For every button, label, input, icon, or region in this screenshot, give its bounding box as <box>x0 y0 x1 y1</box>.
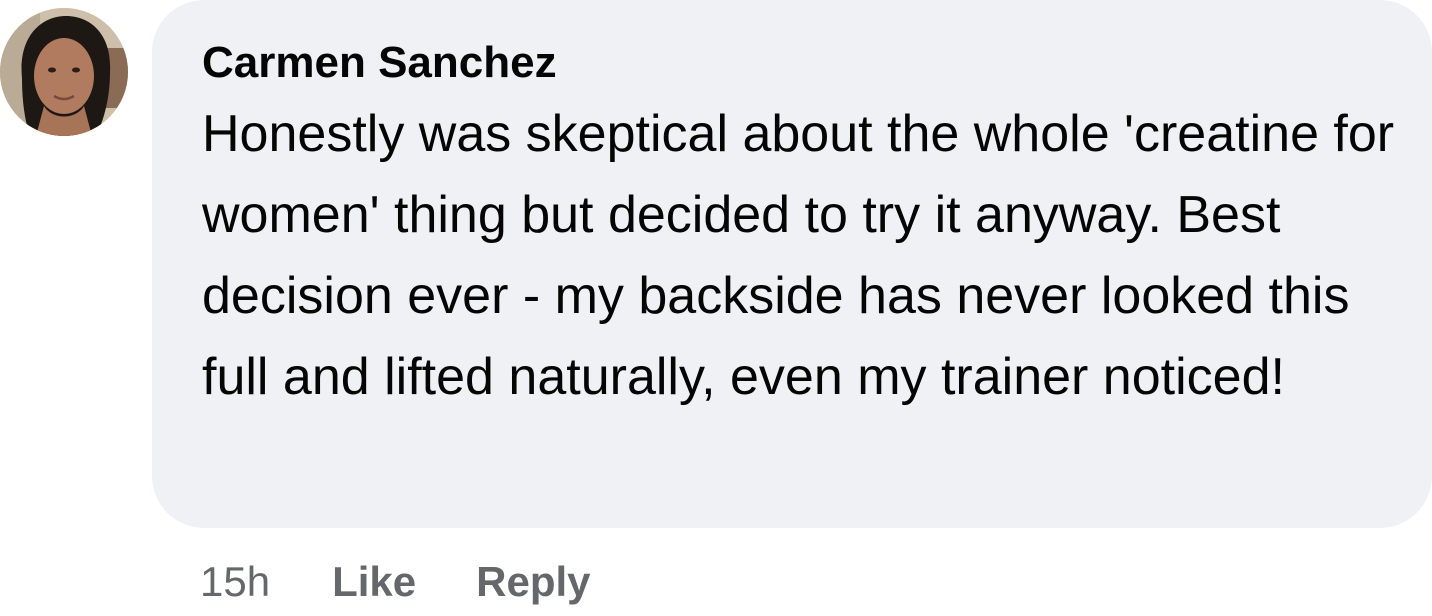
comment-bubble: Carmen Sanchez Honestly was skeptical ab… <box>152 0 1432 528</box>
avatar[interactable] <box>0 8 128 136</box>
like-button[interactable]: Like <box>332 558 416 606</box>
comment-author[interactable]: Carmen Sanchez <box>202 36 1392 90</box>
comment-text: Honestly was skeptical about the whole '… <box>202 105 1395 406</box>
comment-actions: 15h Like Reply <box>200 552 651 612</box>
comment-timestamp[interactable]: 15h <box>200 558 270 606</box>
reply-button[interactable]: Reply <box>476 558 590 606</box>
profile-photo <box>0 8 128 136</box>
